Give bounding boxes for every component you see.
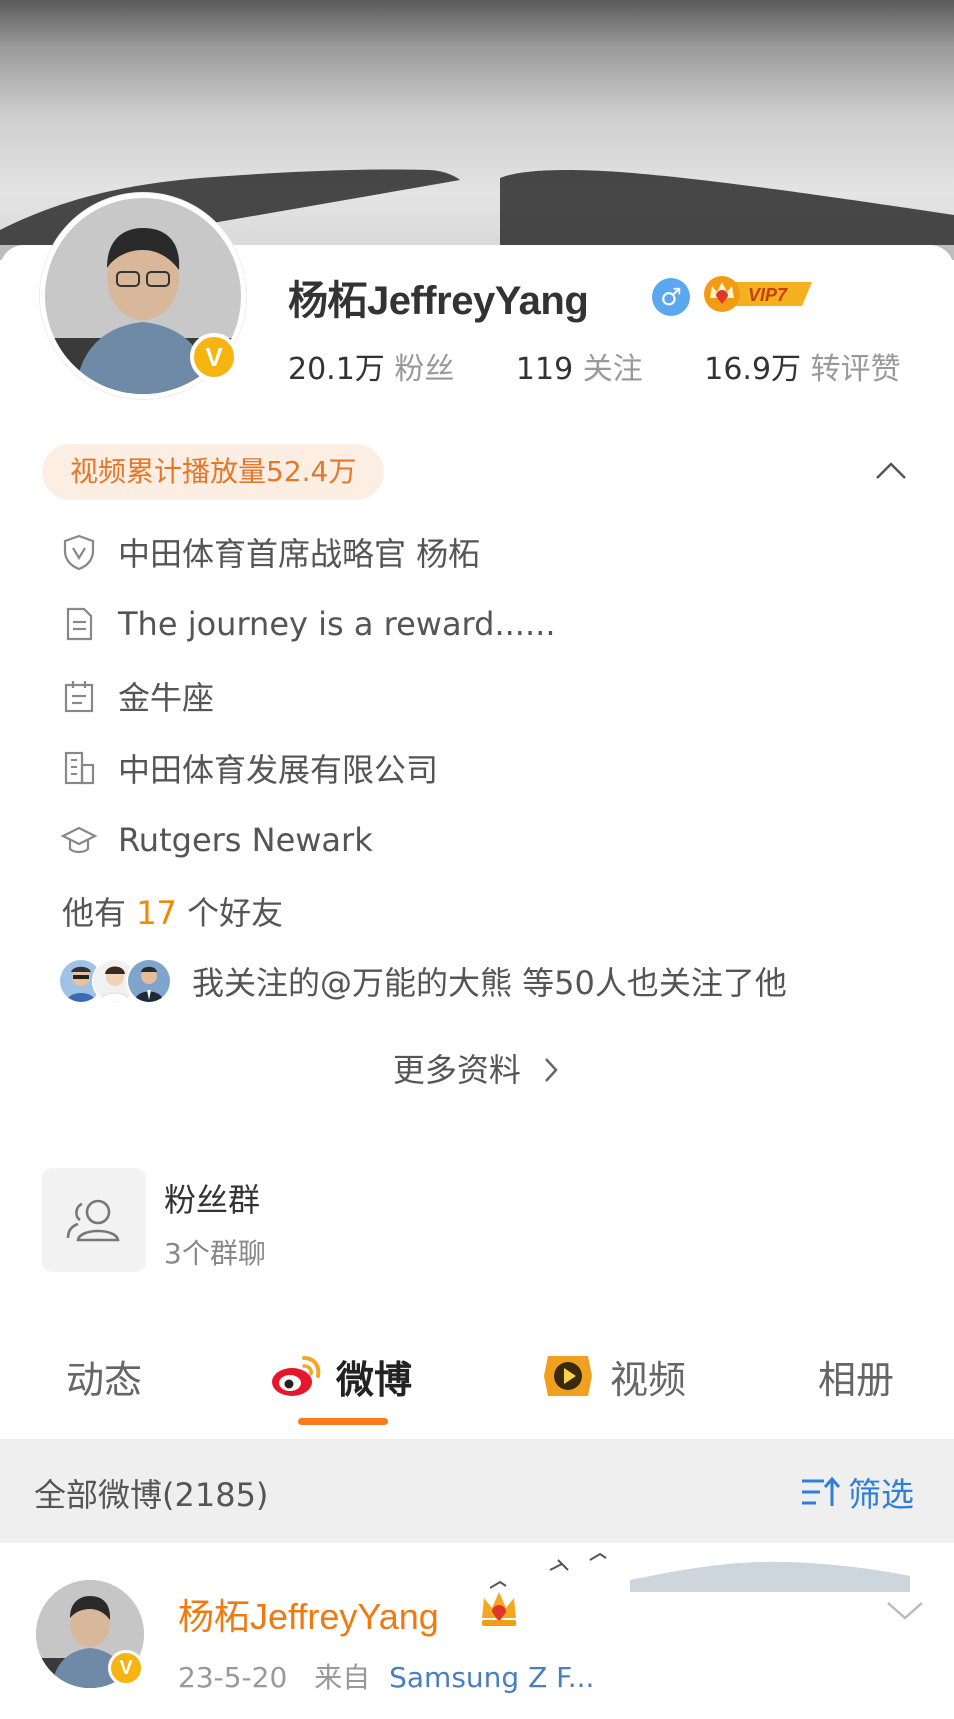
info-row-title: 中田体育首席战略官 杨柘	[60, 530, 480, 574]
friends-count: 17	[136, 894, 177, 932]
chevron-down-icon[interactable]	[884, 1598, 926, 1624]
post-author-name[interactable]: 杨柘JeffreyYang	[178, 1588, 439, 1640]
tab-video-label: 视频	[610, 1357, 687, 1402]
tab-album-label: 相册	[818, 1357, 895, 1402]
building-icon	[64, 751, 95, 785]
tab-dynamics[interactable]: 动态	[66, 1348, 142, 1404]
post-header-decoration	[490, 1552, 910, 1592]
following-stat[interactable]: 119 关注	[516, 344, 643, 388]
calendar-icon	[64, 681, 94, 713]
followers-stat[interactable]: 20.1万 粉丝	[288, 344, 454, 388]
active-tab-indicator	[298, 1418, 388, 1425]
mutual-follows-text: 我关注的@万能的大熊 等50人也关注了他	[192, 964, 787, 1002]
verified-shield-icon	[63, 534, 95, 571]
info-title-text: 中田体育首席战略官 杨柘	[118, 535, 481, 573]
friends-prefix: 他有	[62, 894, 127, 932]
followers-label: 粉丝	[394, 352, 455, 387]
tab-dynamics-label: 动态	[66, 1357, 143, 1402]
likes-label: 转评赞	[810, 352, 901, 387]
info-company-text: 中田体育发展有限公司	[118, 751, 439, 789]
profile-stats: 20.1万 粉丝 119 关注 16.9万 转评赞	[288, 344, 901, 388]
video-play-count-pill[interactable]: 视频累计播放量52.4万	[42, 444, 385, 500]
vip-label: VIP7	[748, 285, 788, 305]
chevron-up-icon[interactable]	[873, 456, 909, 486]
post-source-device[interactable]: Samsung Z F...	[389, 1661, 594, 1694]
weibo-logo-icon	[272, 1356, 321, 1396]
more-info-link[interactable]: 更多资料	[0, 1045, 954, 1091]
group-users-icon	[66, 1199, 120, 1242]
info-row-bio: The journey is a reward......	[60, 602, 555, 646]
more-info-label: 更多资料	[392, 1051, 521, 1089]
friends-suffix: 个好友	[187, 894, 284, 932]
video-play-icon	[544, 1356, 592, 1396]
following-count: 119	[515, 352, 574, 387]
chevron-right-icon	[545, 1058, 558, 1082]
all-posts-count: 全部微博(2185)	[34, 1476, 269, 1514]
info-zodiac-text: 金牛座	[118, 679, 215, 717]
fan-group-icon-box[interactable]	[42, 1168, 146, 1272]
post-from-label: 来自	[314, 1661, 371, 1694]
tab-video[interactable]: 视频	[540, 1348, 686, 1404]
verified-badge-icon: V	[190, 333, 238, 381]
likes-count: 16.9万	[704, 352, 802, 387]
male-gender-icon: ♂	[652, 278, 690, 316]
vip-crown-icon	[482, 1592, 516, 1626]
graduation-cap-icon	[60, 826, 98, 854]
filter-button-label: 筛选	[848, 1475, 914, 1514]
info-school-text: Rutgers Newark	[118, 821, 373, 859]
post-verified-badge-icon: V	[108, 1650, 144, 1686]
friends-count-row[interactable]: 他有 17 个好友	[62, 888, 283, 934]
tab-album[interactable]: 相册	[818, 1348, 894, 1404]
info-row-zodiac: 金牛座	[60, 674, 214, 718]
followers-count: 20.1万	[288, 352, 385, 387]
tab-weibo-label: 微博	[336, 1357, 413, 1402]
document-icon	[66, 607, 93, 641]
filter-sort-icon	[802, 1476, 841, 1506]
info-bio-text: The journey is a reward......	[118, 605, 556, 643]
info-row-school: Rutgers Newark	[60, 818, 373, 862]
info-row-company: 中田体育发展有限公司	[60, 746, 438, 790]
filter-button[interactable]: 筛选	[800, 1468, 914, 1516]
post-meta: 23-5-20 来自 Samsung Z F...	[178, 1656, 594, 1696]
vip-badge[interactable]: VIP7	[702, 274, 818, 314]
profile-name: 杨柘JeffreyYang	[288, 279, 589, 323]
tab-weibo[interactable]: 微博	[270, 1348, 412, 1404]
mutual-follows-row[interactable]: 我关注的@万能的大熊 等50人也关注了他	[58, 955, 787, 1007]
post-date: 23-5-20	[178, 1661, 288, 1694]
following-label: 关注	[582, 352, 643, 387]
fan-group-title[interactable]: 粉丝群	[164, 1175, 260, 1221]
fan-group-subtitle: 3个群聊	[164, 1237, 266, 1270]
likes-stat[interactable]: 16.9万 转评赞	[704, 344, 900, 388]
mutual-avatar	[126, 958, 172, 1004]
